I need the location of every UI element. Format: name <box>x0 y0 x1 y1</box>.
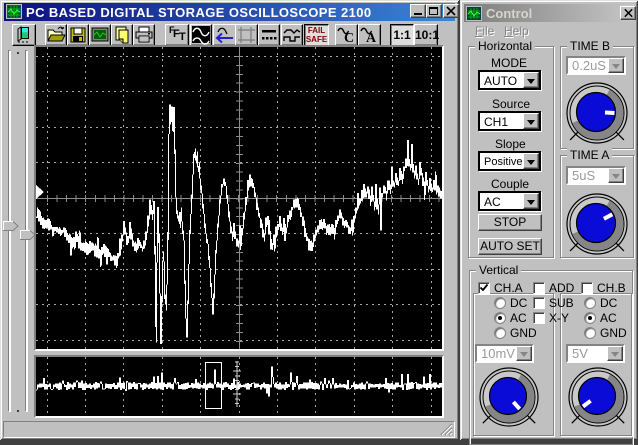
svg-text:A: A <box>366 31 377 45</box>
svg-text:C: C <box>344 31 354 45</box>
